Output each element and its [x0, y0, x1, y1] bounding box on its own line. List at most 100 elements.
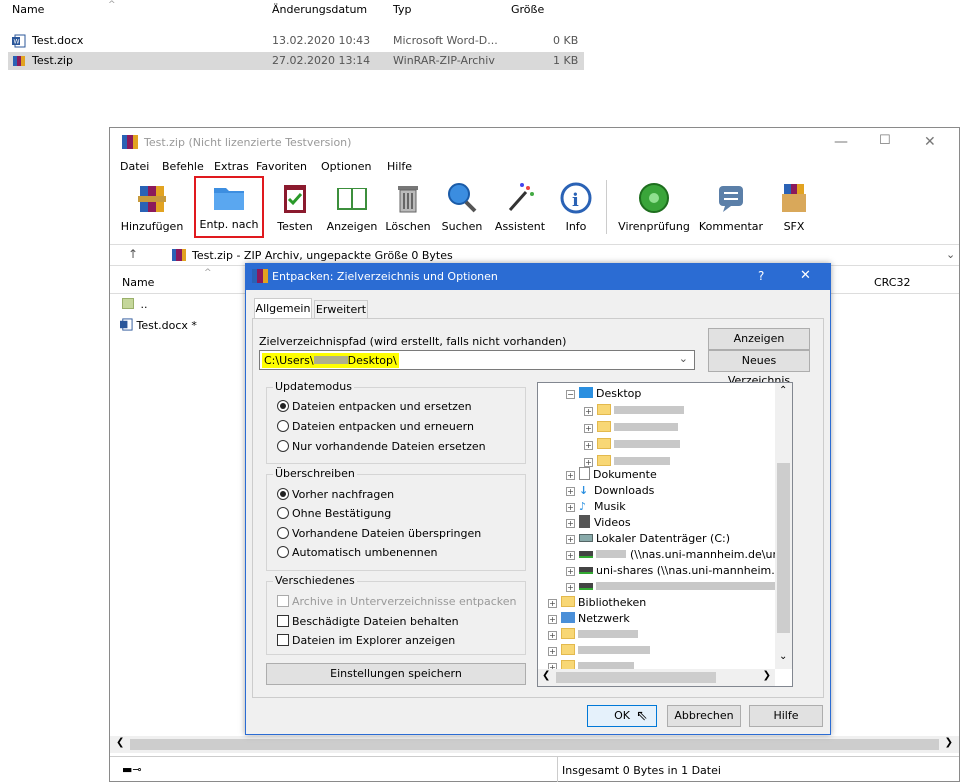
scroll-right-icon[interactable]: ❯: [763, 670, 771, 681]
help-icon[interactable]: ?: [758, 269, 764, 283]
radio-fresh-only[interactable]: Nur vorhandende Dateien ersetzen: [277, 440, 486, 453]
radio-ask-before[interactable]: Vorher nachfragen: [277, 488, 394, 501]
virus-scan-button[interactable]: Virenprüfung: [612, 178, 696, 238]
menu-befehle[interactable]: Befehle: [162, 160, 204, 173]
magic-wand-icon: [508, 183, 534, 211]
cancel-button[interactable]: Abbrechen: [667, 705, 741, 727]
tree-item-documents[interactable]: + Dokumente: [566, 467, 657, 483]
tree-horizontal-scrollbar[interactable]: ❮ ❯: [538, 669, 775, 686]
dialog-titlebar[interactable]: Entpacken: Zielverzeichnis und Optionen …: [246, 264, 830, 290]
tree-item-libraries[interactable]: + Bibliotheken: [548, 595, 646, 611]
scroll-right-icon[interactable]: ❯: [945, 737, 953, 748]
add-button[interactable]: Hinzufügen: [118, 178, 186, 238]
extract-to-button[interactable]: Entp. nach: [194, 176, 264, 238]
expand-icon: +: [566, 551, 575, 560]
file-row-docx[interactable]: W Test.docx 13.02.2020 10:43 Microsoft W…: [8, 32, 584, 50]
scroll-down-icon[interactable]: ⌄: [779, 651, 787, 662]
download-arrow-icon: ↓: [579, 484, 589, 497]
tab-general[interactable]: Allgemein: [254, 298, 312, 318]
path-dropdown-icon[interactable]: ⌄: [679, 352, 688, 365]
checkbox-keep-broken[interactable]: Beschädigte Dateien behalten: [277, 615, 459, 628]
scroll-up-icon[interactable]: ⌃: [779, 385, 787, 396]
view-button[interactable]: Anzeigen: [322, 178, 382, 238]
horizontal-scrollbar[interactable]: ❮ ❯: [110, 736, 959, 753]
tree-item-local-disk[interactable]: + Lokaler Datenträger (C:): [566, 531, 730, 547]
menu-hilfe[interactable]: Hilfe: [387, 160, 412, 173]
checkbox-show-in-explorer[interactable]: Dateien im Explorer anzeigen: [277, 634, 455, 647]
radio-auto-rename[interactable]: Automatisch umbenennen: [277, 546, 437, 559]
tree-item-network[interactable]: + Netzwerk: [548, 611, 630, 627]
delete-label: Löschen: [385, 220, 431, 233]
tree-item-videos[interactable]: + Videos: [566, 515, 631, 531]
tree-vertical-scrollbar[interactable]: ⌃ ⌄: [775, 383, 792, 669]
folder-tree[interactable]: − Desktop + + + + + Dokumente + ↓ Downloads …: [537, 382, 793, 687]
status-divider: [557, 757, 558, 782]
scroll-thumb[interactable]: [777, 463, 790, 633]
winrar-titlebar[interactable]: Test.zip (Nicht lizenzierte Testversion)…: [110, 128, 959, 158]
col-crc32[interactable]: CRC32: [874, 276, 910, 289]
menu-datei[interactable]: Datei: [120, 160, 149, 173]
maximize-icon[interactable]: ☐: [879, 133, 891, 148]
scroll-thumb[interactable]: [130, 739, 939, 750]
col-header-date[interactable]: Änderungsdatum: [272, 3, 367, 16]
tree-item-redacted[interactable]: +: [548, 643, 650, 659]
tree-item-network-drive[interactable]: +: [566, 579, 776, 595]
tree-label: Dokumente: [593, 468, 657, 481]
tree-item-redacted[interactable]: +: [548, 627, 638, 643]
menu-optionen[interactable]: Optionen: [321, 160, 371, 173]
info-label: Info: [565, 220, 587, 233]
scroll-left-icon[interactable]: ❮: [116, 737, 124, 748]
col-header-name[interactable]: Name: [12, 3, 44, 16]
col-name[interactable]: Name: [122, 276, 154, 289]
folder-icon: [214, 188, 244, 210]
path-input[interactable]: C:\Users\ Desktop\ ⌄: [259, 350, 695, 370]
tree-item-desktop[interactable]: − Desktop: [566, 386, 641, 402]
checkbox-extract-subfolders[interactable]: Archive in Unterverzeichnisse entpacken: [277, 595, 517, 608]
drive-key-icon[interactable]: ▬⊸: [122, 763, 142, 776]
option-label: Vorher nachfragen: [292, 488, 395, 501]
col-header-type[interactable]: Typ: [393, 3, 412, 16]
file-type: WinRAR-ZIP-Archiv: [393, 54, 495, 67]
tree-item-redacted[interactable]: +: [584, 437, 680, 453]
list-item-parent[interactable]: ..: [122, 298, 202, 314]
menu-favoriten[interactable]: Favoriten: [256, 160, 307, 173]
search-button[interactable]: Suchen: [436, 178, 488, 238]
wizard-button[interactable]: Assistent: [490, 178, 550, 238]
close-icon[interactable]: ✕: [924, 134, 936, 150]
menu-extras[interactable]: Extras: [214, 160, 249, 173]
radio-extract-replace[interactable]: Dateien entpacken und ersetzen: [277, 400, 472, 413]
address-text[interactable]: Test.zip - ZIP Archiv, ungepackte Größe …: [192, 249, 453, 262]
comment-button[interactable]: Kommentar: [696, 178, 766, 238]
file-name: Test.docx: [32, 34, 84, 47]
radio-no-confirm[interactable]: Ohne Bestätigung: [277, 507, 391, 520]
delete-button[interactable]: Löschen: [382, 178, 434, 238]
list-item-docx[interactable]: Test.docx *: [120, 318, 220, 334]
up-arrow-icon[interactable]: ↑: [128, 247, 138, 261]
minimize-icon[interactable]: —: [834, 134, 848, 150]
radio-skip-existing[interactable]: Vorhandene Dateien überspringen: [277, 527, 481, 540]
address-dropdown-icon[interactable]: ⌄: [946, 248, 955, 261]
test-button[interactable]: Testen: [270, 178, 320, 238]
scroll-left-icon[interactable]: ❮: [542, 670, 550, 681]
new-folder-button[interactable]: Neues Verzeichnis: [708, 350, 810, 387]
file-type: Microsoft Word-D...: [393, 34, 498, 47]
tab-advanced[interactable]: Erweitert: [314, 300, 368, 318]
help-button[interactable]: Hilfe: [749, 705, 823, 727]
close-icon[interactable]: ✕: [800, 268, 811, 283]
col-header-size[interactable]: Größe: [511, 3, 544, 16]
tree-item-downloads[interactable]: + ↓ Downloads: [566, 483, 654, 499]
checkbox-icon: [277, 595, 289, 607]
sfx-button[interactable]: SFX: [766, 178, 822, 238]
tree-label: Musik: [594, 500, 626, 513]
show-button[interactable]: Anzeigen: [708, 328, 810, 350]
tree-item-redacted[interactable]: +: [584, 403, 684, 419]
tree-item-redacted[interactable]: +: [584, 420, 678, 436]
tree-item-music[interactable]: + ♪ Musik: [566, 499, 626, 515]
radio-extract-update[interactable]: Dateien entpacken und erneuern: [277, 420, 474, 433]
tree-item-network-drive[interactable]: + (\\nas.uni-mannheim.de\uni-sha: [566, 547, 792, 563]
save-settings-button[interactable]: Einstellungen speichern: [266, 663, 526, 685]
scroll-thumb[interactable]: [556, 672, 716, 683]
tree-item-uni-shares[interactable]: + uni-shares (\\nas.uni-mannheim.de) (Y:: [566, 563, 792, 579]
file-row-zip[interactable]: Test.zip 27.02.2020 13:14 WinRAR-ZIP-Arc…: [8, 52, 584, 70]
info-button[interactable]: i Info: [552, 178, 600, 238]
